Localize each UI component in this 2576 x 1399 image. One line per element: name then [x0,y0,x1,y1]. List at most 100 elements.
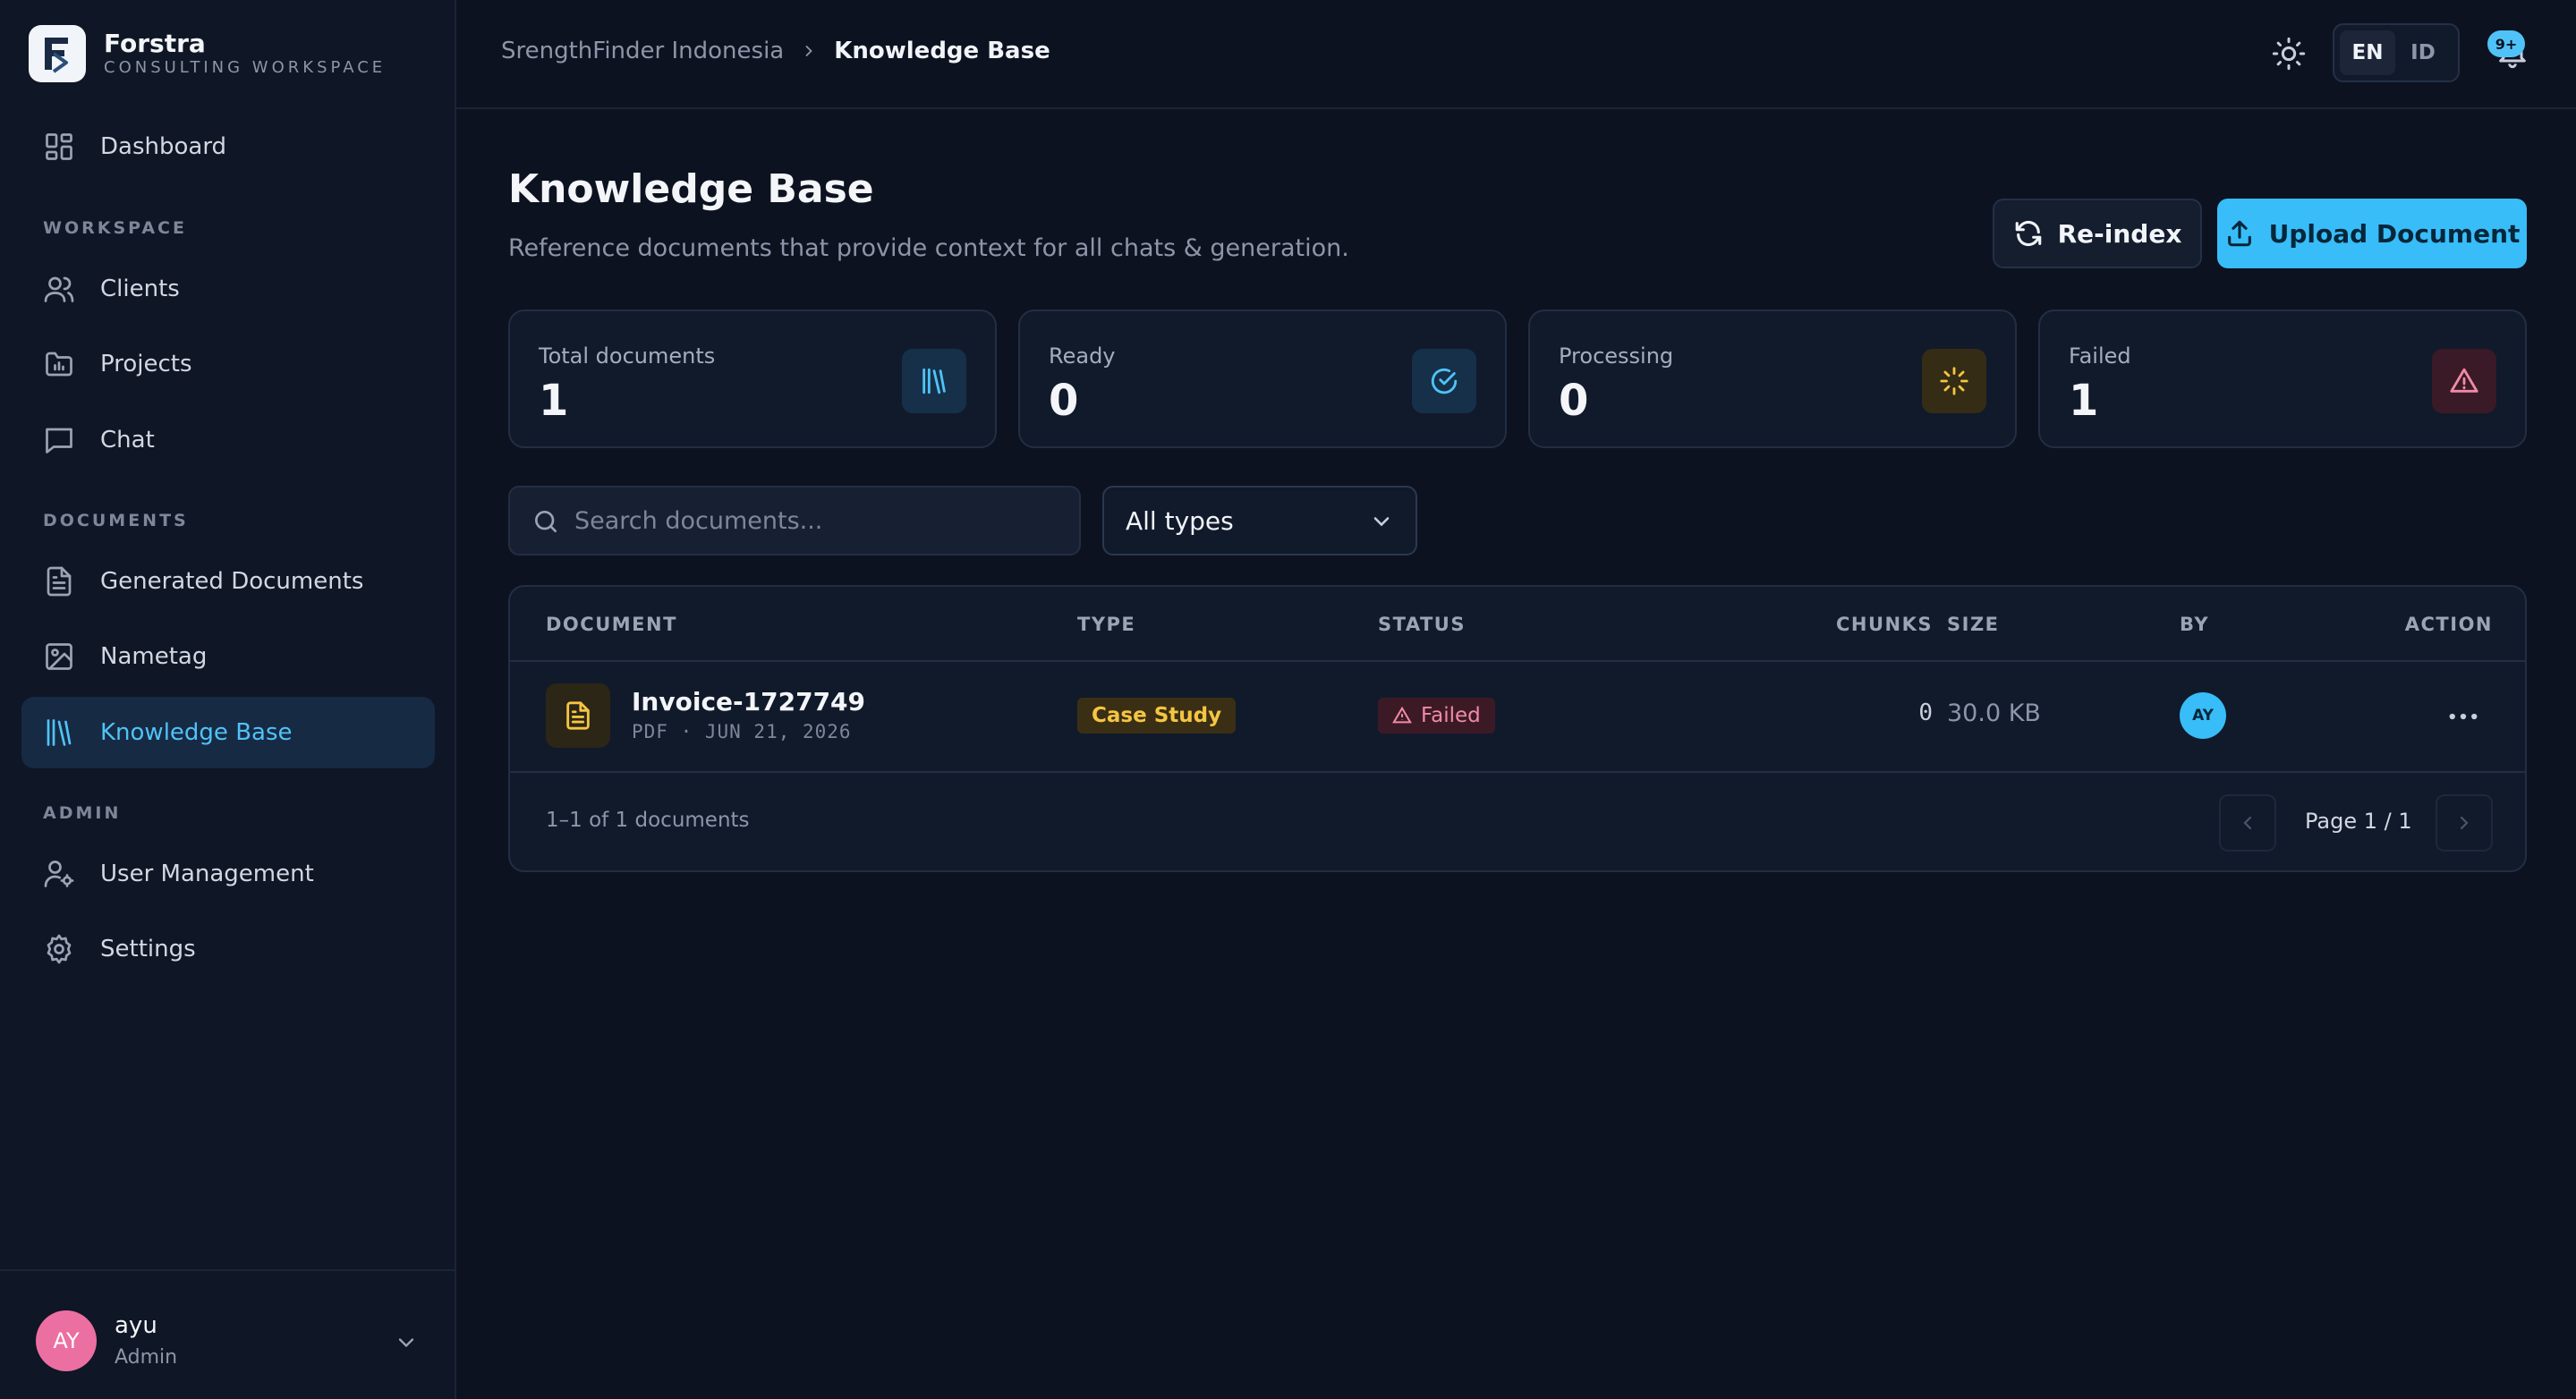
breadcrumb: SrengthFinder Indonesia Knowledge Base [501,38,1050,64]
upload-label: Upload Document [2268,218,2521,249]
stat-value: 0 [1049,376,1079,426]
pagination-count: 1–1 of 1 documents [546,809,750,832]
users-icon [44,276,74,302]
sidebar-item-chat[interactable]: Chat [21,404,435,476]
sidebar-item-generated-documents[interactable]: Generated Documents [21,546,435,617]
upload-document-button[interactable]: Upload Document [2217,199,2527,268]
document-icon [47,566,72,597]
section-workspace: WORKSPACE [43,218,187,238]
chat-icon [46,428,72,454]
brand-logo-icon [29,25,86,82]
stat-card-failed: Failed 1 [2038,309,2527,448]
library-icon [47,719,72,746]
sidebar-item-projects[interactable]: Projects [21,328,435,400]
sidebar-item-settings[interactable]: Settings [21,913,435,985]
language-switch: EN ID [2333,23,2460,82]
avatar: AY [2180,692,2226,739]
chevron-right-icon [2460,816,2469,830]
section-documents: DOCUMENTS [43,511,189,530]
sidebar-item-dashboard[interactable]: Dashboard [21,111,435,182]
loader-icon [1940,367,1968,395]
document-meta: PDF · JUN 21, 2026 [632,721,852,742]
language-option-en[interactable]: EN [2340,30,2395,75]
alert-triangle-icon [2450,368,2478,393]
brand[interactable]: Forstra CONSULTING WORKSPACE [29,25,386,82]
stat-card-processing: Processing 0 [1528,309,2017,448]
user-name: ayu [115,1312,157,1339]
alert-triangle-icon [1392,706,1412,724]
library-icon [922,368,946,394]
stat-card-total: Total documents 1 [508,309,997,448]
page-subtitle: Reference documents that provide context… [508,234,1349,262]
image-icon [46,643,72,670]
sidebar-item-label: Settings [100,936,196,962]
gear-icon [47,934,72,964]
reindex-button[interactable]: Re-index [1993,199,2202,268]
section-admin: ADMIN [43,803,122,823]
brand-subtitle: CONSULTING WORKSPACE [104,58,387,77]
status-badge: Failed [1378,698,1495,733]
file-icon-box [546,683,610,748]
stat-label: Ready [1049,343,1116,369]
sidebar-item-label: Dashboard [100,133,227,160]
column-header-type: TYPE [1077,614,1136,635]
previous-page-button[interactable] [2219,794,2276,852]
type-filter-select[interactable]: All types [1102,486,1417,555]
stat-value: 1 [539,376,569,426]
stat-icon-box [2432,349,2496,413]
size-value: 30.0 KB [1947,700,2041,727]
page-indicator: Page 1 / 1 [2305,809,2412,834]
brand-name: Forstra [104,29,206,58]
stat-icon-box [1412,349,1476,413]
sidebar-item-label: Nametag [100,643,208,670]
user-role: Admin [115,1346,178,1369]
check-circle-icon [1431,368,1458,394]
sidebar-item-label: Knowledge Base [100,719,293,746]
sidebar-item-label: Generated Documents [100,568,364,595]
more-horizontal-icon[interactable] [2444,698,2482,735]
user-cog-icon [44,861,74,887]
upload-icon [2227,220,2251,247]
chunks-value: 0 [1918,700,1933,726]
stat-label: Total documents [539,343,716,369]
divider [510,771,2525,773]
column-header-chunks: CHUNKS [1835,614,1933,635]
document-name[interactable]: Invoice-1727749 [632,687,865,716]
sun-icon[interactable] [2271,36,2307,72]
topbar: SrengthFinder Indonesia Knowledge Base E… [456,0,2576,109]
stat-card-ready: Ready 0 [1018,309,1507,448]
breadcrumb-current: Knowledge Base [834,38,1050,64]
sidebar-item-label: Projects [100,351,192,377]
column-header-size: SIZE [1947,614,2000,635]
stat-label: Failed [2069,343,2131,369]
sidebar-item-label: User Management [100,861,314,887]
avatar: AY [36,1310,97,1371]
stat-value: 0 [1559,376,1589,426]
column-header-document: DOCUMENT [546,614,677,635]
language-option-id[interactable]: ID [2395,30,2451,75]
file-text-icon [566,701,590,730]
stat-value: 1 [2069,376,2099,426]
status-text: Failed [1421,704,1481,727]
stat-icon-box [902,349,966,413]
sidebar-item-nametag[interactable]: Nametag [21,621,435,692]
next-page-button[interactable] [2436,794,2493,852]
page-title: Knowledge Base [508,166,874,212]
stat-label: Processing [1559,343,1674,369]
chevron-left-icon [2243,816,2252,830]
sidebar-item-clients[interactable]: Clients [21,253,435,325]
sidebar-item-user-management[interactable]: User Management [21,838,435,910]
refresh-icon [2015,220,2041,247]
column-header-by: BY [2180,614,2210,635]
chevron-down-icon[interactable] [394,1330,419,1355]
sidebar-item-knowledge-base[interactable]: Knowledge Base [21,697,435,768]
user-menu[interactable]: AY ayu Admin [0,1269,455,1399]
chevron-right-icon [805,46,813,56]
search-icon [535,511,557,532]
sidebar-item-label: Chat [100,427,155,454]
column-header-action: ACTION [2404,614,2493,635]
search-input[interactable] [574,488,1067,554]
breadcrumb-workspace[interactable]: SrengthFinder Indonesia [501,38,784,64]
type-filter-value: All types [1126,505,1234,536]
chevron-down-icon [1373,517,1390,527]
